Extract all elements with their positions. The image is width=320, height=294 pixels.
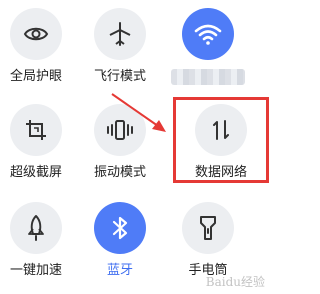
tile-mobile-data[interactable]: 数据网络 bbox=[181, 104, 261, 181]
tile-flashlight[interactable]: 手电筒 bbox=[168, 202, 248, 279]
bluetooth-icon bbox=[112, 216, 128, 240]
tile-one-key-boost[interactable]: 一键加速 bbox=[0, 202, 76, 279]
vibrate-mode-toggle[interactable] bbox=[94, 104, 146, 156]
wifi-icon bbox=[194, 24, 222, 45]
super-screenshot-label: 超级截屏 bbox=[9, 165, 62, 180]
screenshot-icon bbox=[26, 120, 46, 140]
tile-eye-comfort[interactable]: 全局护眼 bbox=[0, 8, 76, 85]
tile-bluetooth[interactable]: 蓝牙 bbox=[80, 202, 160, 279]
vibrate-icon bbox=[107, 120, 133, 140]
tile-vibrate-mode[interactable]: 振动模式 bbox=[80, 104, 160, 181]
airplane-mode-label: 飞行模式 bbox=[93, 69, 146, 84]
mobile-data-toggle[interactable] bbox=[195, 104, 247, 156]
airplane-icon bbox=[109, 22, 131, 46]
one-key-boost-label: 一键加速 bbox=[9, 263, 62, 278]
quick-settings-panel: 全局护眼 飞行模式 超级截屏 振动模式 数据网络 一键加速 蓝牙 手电筒 Bai… bbox=[0, 0, 275, 294]
rocket-icon bbox=[28, 215, 44, 241]
wifi-network-name-redacted bbox=[171, 69, 245, 85]
bluetooth-toggle[interactable] bbox=[94, 202, 146, 254]
eye-icon bbox=[23, 27, 49, 41]
super-screenshot-toggle[interactable] bbox=[10, 104, 62, 156]
airplane-mode-toggle[interactable] bbox=[94, 8, 146, 60]
eye-comfort-toggle[interactable] bbox=[10, 8, 62, 60]
flashlight-toggle[interactable] bbox=[182, 202, 234, 254]
vibrate-mode-label: 振动模式 bbox=[93, 165, 146, 180]
mobile-data-icon bbox=[213, 120, 229, 140]
tile-super-screenshot[interactable]: 超级截屏 bbox=[0, 104, 76, 181]
wifi-toggle[interactable] bbox=[182, 8, 234, 60]
bluetooth-label: 蓝牙 bbox=[106, 263, 133, 278]
tile-wifi[interactable] bbox=[168, 8, 248, 85]
tile-airplane-mode[interactable]: 飞行模式 bbox=[80, 8, 160, 85]
flashlight-label: 手电筒 bbox=[188, 263, 228, 278]
one-key-boost-toggle[interactable] bbox=[10, 202, 62, 254]
mobile-data-label: 数据网络 bbox=[194, 165, 247, 180]
eye-comfort-label: 全局护眼 bbox=[9, 69, 62, 84]
flashlight-icon bbox=[200, 216, 216, 240]
